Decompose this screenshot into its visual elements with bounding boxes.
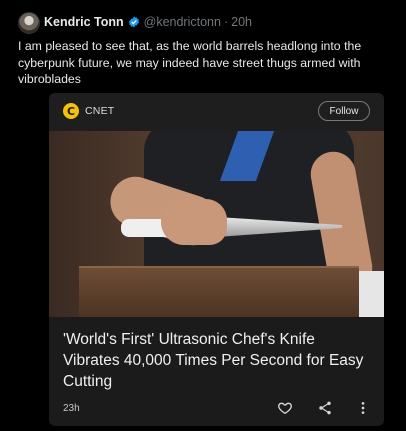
counter bbox=[359, 271, 384, 317]
more-vertical-icon[interactable] bbox=[355, 400, 371, 416]
cutting-board bbox=[79, 266, 359, 317]
article-image[interactable] bbox=[49, 131, 384, 317]
tweet-header: Kendric Tonn @kendrictonn · 20h bbox=[44, 15, 252, 29]
timestamp[interactable]: 20h bbox=[231, 15, 252, 29]
card-header: C CNET Follow bbox=[49, 93, 384, 131]
handle[interactable]: @kendrictonn bbox=[144, 15, 221, 29]
cnet-logo-icon: C bbox=[63, 103, 79, 119]
verified-badge-icon bbox=[128, 16, 140, 28]
tweet-text: I am pleased to see that, as the world b… bbox=[18, 39, 362, 86]
separator: · bbox=[223, 15, 229, 29]
card-timestamp: 23h bbox=[63, 403, 80, 414]
chef-hand bbox=[161, 199, 227, 245]
tweet: Kendric Tonn @kendrictonn · 20h I am ple… bbox=[0, 0, 406, 431]
heart-icon[interactable] bbox=[277, 400, 293, 416]
display-name[interactable]: Kendric Tonn bbox=[44, 15, 124, 29]
source-name[interactable]: CNET bbox=[85, 105, 114, 117]
embedded-post-card[interactable]: C CNET Follow 'World's First' Ultrasonic… bbox=[49, 93, 384, 426]
share-icon[interactable] bbox=[317, 400, 333, 416]
avatar[interactable] bbox=[18, 12, 40, 34]
article-headline[interactable]: 'World's First' Ultrasonic Chef's Knife … bbox=[63, 329, 373, 392]
follow-button[interactable]: Follow bbox=[318, 101, 370, 121]
